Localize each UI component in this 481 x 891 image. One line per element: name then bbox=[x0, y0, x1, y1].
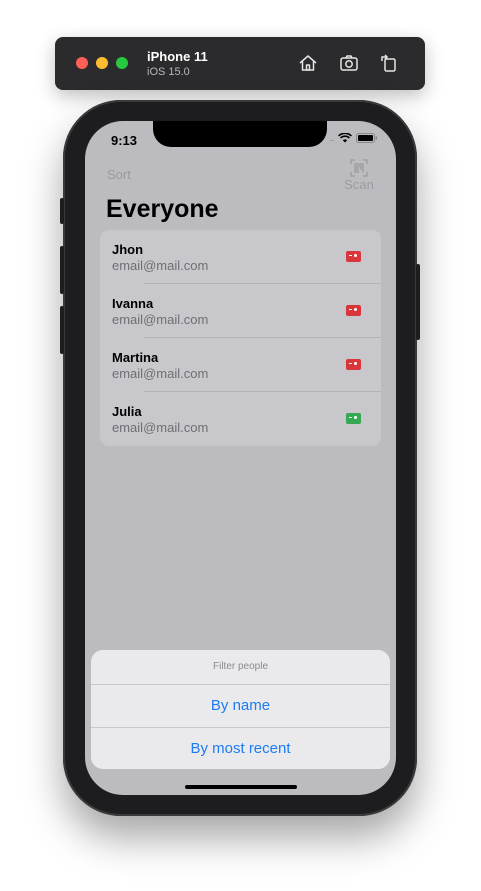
id-card-icon bbox=[346, 359, 361, 370]
status-time: 9:13 bbox=[111, 133, 138, 148]
id-card-icon bbox=[346, 413, 361, 424]
volume-up-button bbox=[60, 246, 64, 294]
filter-action-sheet: Filter people By name By most recent bbox=[91, 650, 390, 769]
zoom-window-button[interactable] bbox=[116, 57, 128, 69]
scan-button[interactable]: Scan bbox=[343, 159, 375, 192]
filter-by-name-button[interactable]: By name bbox=[91, 685, 390, 728]
minimize-window-button[interactable] bbox=[96, 57, 108, 69]
filter-by-recent-button[interactable]: By most recent bbox=[91, 728, 390, 769]
people-list: Jhon email@mail.com Ivanna email@mail.co… bbox=[100, 230, 381, 446]
status-icons: .... bbox=[329, 133, 378, 143]
person-email: email@mail.com bbox=[112, 258, 209, 273]
os-version: iOS 15.0 bbox=[147, 66, 190, 78]
power-button bbox=[416, 264, 420, 340]
id-card-icon bbox=[346, 305, 361, 316]
device-screen: 9:13 .... Sort Scan Everyone Jhon email@… bbox=[85, 121, 396, 795]
close-window-button[interactable] bbox=[76, 57, 88, 69]
person-email: email@mail.com bbox=[112, 420, 209, 435]
list-item[interactable]: Martina email@mail.com bbox=[100, 338, 381, 392]
action-sheet-title: Filter people bbox=[91, 650, 390, 685]
notch bbox=[153, 121, 327, 147]
mute-switch bbox=[60, 198, 64, 224]
list-item[interactable]: Julia email@mail.com bbox=[100, 392, 381, 446]
page-title: Everyone bbox=[106, 195, 219, 223]
screenshot-icon[interactable] bbox=[338, 52, 360, 74]
person-email: email@mail.com bbox=[112, 312, 209, 327]
device-name: iPhone 11 bbox=[147, 49, 208, 64]
id-card-icon bbox=[346, 251, 361, 262]
person-name: Julia bbox=[112, 404, 142, 419]
scan-label: Scan bbox=[344, 177, 374, 192]
home-icon[interactable] bbox=[297, 52, 319, 74]
wifi-icon bbox=[338, 133, 352, 143]
person-name: Ivanna bbox=[112, 296, 154, 311]
list-item[interactable]: Jhon email@mail.com bbox=[100, 230, 381, 284]
person-name: Jhon bbox=[112, 242, 144, 257]
sort-button[interactable]: Sort bbox=[107, 167, 131, 182]
simulator-toolbar: iPhone 11 iOS 15.0 bbox=[55, 37, 425, 90]
volume-down-button bbox=[60, 306, 64, 354]
person-name: Martina bbox=[112, 350, 159, 365]
rotate-icon[interactable] bbox=[378, 52, 400, 74]
signal-indicator: .... bbox=[329, 133, 335, 143]
qr-scan-icon bbox=[343, 159, 375, 177]
person-email: email@mail.com bbox=[112, 366, 209, 381]
list-item[interactable]: Ivanna email@mail.com bbox=[100, 284, 381, 338]
home-indicator[interactable] bbox=[185, 785, 297, 789]
battery-icon bbox=[356, 133, 378, 143]
